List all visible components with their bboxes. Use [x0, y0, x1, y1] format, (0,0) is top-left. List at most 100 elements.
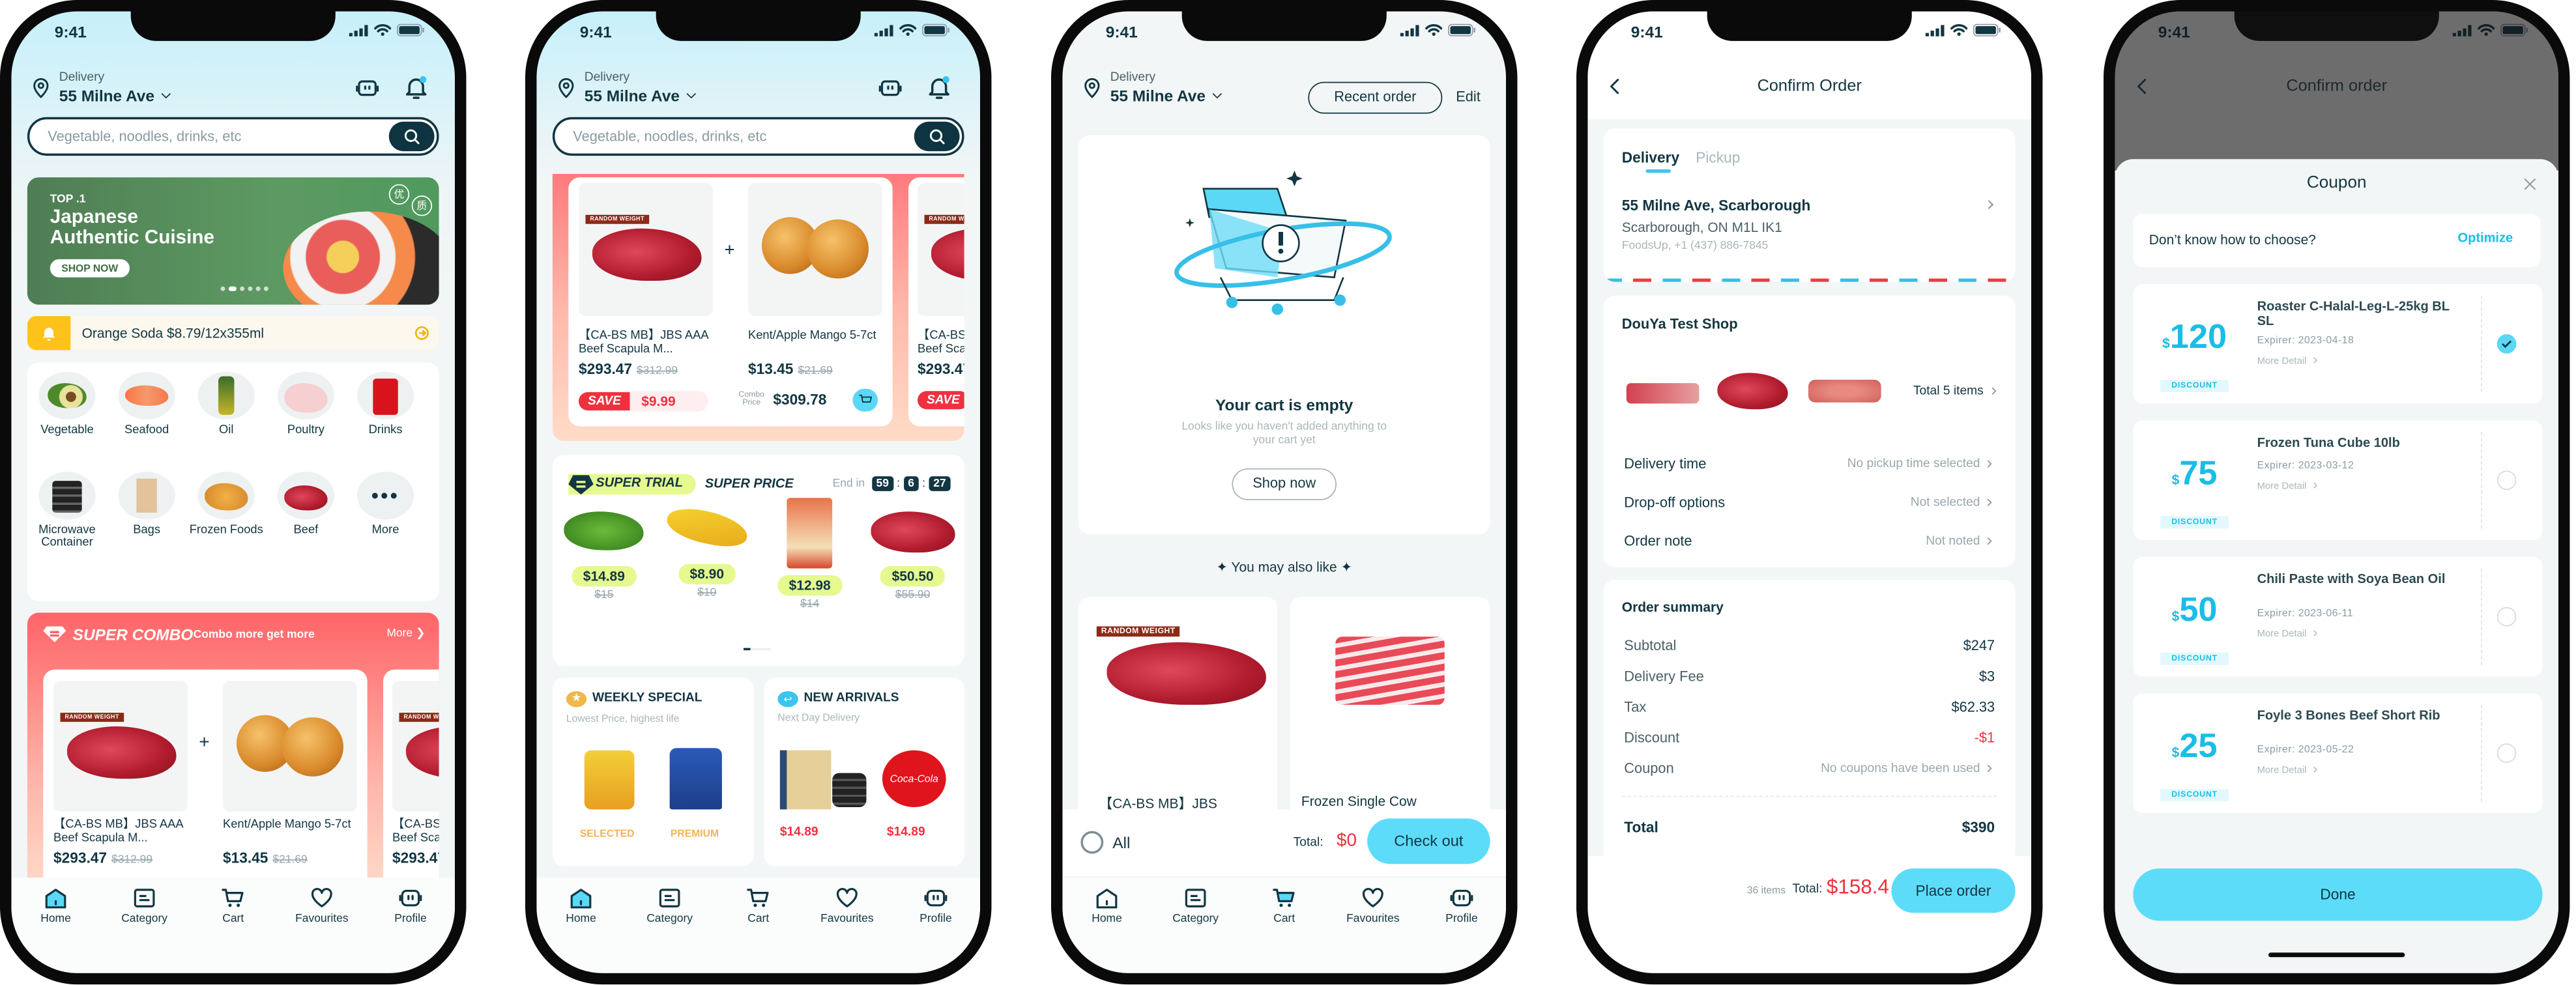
category-more[interactable]: ••• More — [345, 472, 425, 536]
category-oil[interactable]: Oil — [186, 371, 266, 436]
add-to-cart-button[interactable] — [852, 388, 878, 412]
category-poultry[interactable]: Poultry — [266, 371, 345, 436]
nav-label: Profile — [394, 913, 427, 926]
profile-icon — [399, 889, 422, 907]
more-detail-link[interactable]: More Detail — [2257, 627, 2321, 639]
nav-cart[interactable]: Cart — [199, 887, 267, 973]
nav-cart[interactable]: Cart — [1250, 887, 1318, 973]
done-button[interactable]: Done — [2133, 868, 2543, 921]
new-arrivals-card[interactable]: ↩ NEW ARRIVALS Next Day Delivery Coca‑Co… — [764, 678, 964, 866]
product-name: Kent/Apple Mango 5-7ct — [748, 328, 876, 343]
chevron-right-icon — [2314, 766, 2318, 773]
recommendation-card[interactable]: Frozen Single Cow — [1290, 597, 1490, 825]
tab-pickup[interactable]: Pickup — [1696, 149, 1740, 166]
close-icon[interactable] — [2522, 176, 2538, 192]
nav-home[interactable]: Home — [1073, 887, 1141, 973]
home-indicator — [2268, 952, 2405, 958]
edit-button[interactable]: Edit — [1456, 89, 1481, 104]
category-drinks[interactable]: Drinks — [345, 371, 425, 436]
nav-profile[interactable]: Profile — [377, 887, 445, 973]
battery-icon — [1973, 23, 2001, 36]
delivery-time-row[interactable]: Delivery time No pickup time selected — [1624, 456, 1995, 472]
select-all-checkbox[interactable] — [1080, 831, 1104, 854]
weekly-special-card[interactable]: ★ WEEKLY SPECIAL Lowest Price, highest l… — [552, 678, 754, 866]
shop-card: DouYa Test Shop Total 5 items Delivery t… — [1603, 295, 2016, 567]
coupon-row[interactable]: Coupon No coupons have been used — [1624, 760, 1995, 777]
nav-favourites[interactable]: Favourites — [1339, 887, 1407, 973]
address-selector[interactable]: 55 Milne Ave, Scarborough Scarborough, O… — [1622, 197, 1997, 252]
heart-icon — [836, 887, 858, 907]
more-detail-link[interactable]: More Detail — [2257, 764, 2321, 775]
arrow-right-circle-icon[interactable] — [414, 325, 429, 341]
coupon-card[interactable]: $50 DISCOUNT Chili Paste with Soya Bean … — [2133, 557, 2543, 677]
nav-category[interactable]: Category — [635, 887, 704, 973]
search-button[interactable] — [388, 121, 435, 152]
tab-delivery[interactable]: Delivery — [1622, 149, 1679, 166]
coupon-card[interactable]: $120 DISCOUNT Roaster C-Halal-Leg-L-25kg… — [2133, 284, 2543, 404]
notification-bell-icon[interactable] — [403, 74, 430, 101]
trial-item[interactable]: $14.89 $15 — [557, 511, 652, 610]
combo-more-link[interactable]: More ❯ — [386, 627, 425, 640]
category-seafood[interactable]: Seafood — [107, 371, 186, 436]
search-input[interactable]: Vegetable, noodles, drinks, etc — [552, 117, 964, 156]
chicken-image — [284, 383, 328, 413]
checkout-button[interactable]: Check out — [1367, 818, 1490, 864]
more-detail-link[interactable]: More Detail — [2257, 479, 2321, 491]
discount-tag: DISCOUNT — [2160, 652, 2229, 665]
nav-favourites[interactable]: Favourites — [813, 887, 881, 973]
combo-card[interactable]: RANDOM WEIGHT + 【CA-BS MB】JBS AAA Beef S… — [43, 669, 368, 886]
total-items-link[interactable]: Total 5 items — [1913, 384, 1999, 398]
address-selector[interactable]: 55 Milne Ave — [585, 87, 698, 105]
place-order-button[interactable]: Place order — [1891, 868, 2016, 913]
notification-bell-icon[interactable] — [925, 74, 953, 101]
coupon-radio[interactable] — [2496, 334, 2517, 354]
nav-favourites[interactable]: Favourites — [287, 887, 356, 973]
shop-now-button[interactable]: Shop now — [1232, 468, 1337, 500]
discount-tag: DISCOUNT — [2160, 516, 2229, 529]
category-vegetable[interactable]: Vegetable — [27, 371, 107, 436]
category-bags[interactable]: Bags — [107, 472, 186, 536]
weekly-subtitle: Lowest Price, highest life — [566, 713, 680, 724]
trial-item[interactable]: $8.90 $10 — [659, 503, 755, 610]
battery-icon — [922, 23, 949, 36]
address-selector[interactable]: 55 Milne Ave — [59, 87, 173, 105]
recent-order-button[interactable]: Recent order — [1308, 81, 1443, 114]
customer-service-icon[interactable] — [355, 78, 379, 100]
combo-card-next[interactable]: RANDOM WEIGHT 【CA-BS MB】JBS AAA Beef Sca… — [383, 669, 439, 886]
coupon-radio[interactable] — [2496, 607, 2517, 627]
address-selector[interactable]: 55 Milne Ave — [1110, 87, 1224, 105]
product-price: $13.45 $21.69 — [223, 849, 308, 866]
coupon-radio[interactable] — [2496, 470, 2517, 491]
category-beef[interactable]: Beef — [266, 472, 345, 536]
nav-category[interactable]: Category — [110, 887, 179, 973]
nav-home[interactable]: Home — [22, 887, 90, 973]
customer-service-icon[interactable] — [878, 78, 903, 100]
nav-profile[interactable]: Profile — [902, 887, 970, 973]
promo-banner[interactable]: TOP .1 Japanese Authentic Cuisine SHOP NO… — [27, 177, 439, 305]
combo-card[interactable]: RANDOM WEIGHT + 【CA-BS MB】JBS AAA Beef S… — [568, 177, 893, 427]
recommendation-card[interactable]: RANDOM WEIGHT 【CA-BS MB】JBS — [1078, 597, 1278, 825]
drop-off-row[interactable]: Drop-off options Not selected — [1624, 494, 1995, 511]
combo-card-next[interactable]: RANDOM WEIGHT 【CA-BS MB】JBS AAA Beef Sca… — [908, 177, 964, 427]
trial-item[interactable]: $12.98 $14 — [762, 498, 858, 610]
shop-now-button[interactable]: SHOP NOW — [50, 259, 130, 278]
coupon-card[interactable]: $75 DISCOUNT Frozen Tuna Cube 10lb Expir… — [2133, 420, 2543, 540]
category-frozen-foods[interactable]: Frozen Foods — [186, 472, 266, 536]
nav-profile[interactable]: Profile — [1428, 887, 1496, 973]
coupon-radio[interactable] — [2496, 743, 2517, 763]
more-detail-link[interactable]: More Detail — [2257, 354, 2321, 366]
nav-category[interactable]: Category — [1161, 887, 1230, 973]
notice-bar[interactable]: Orange Soda $8.79/12x355ml — [27, 316, 439, 350]
trial-item[interactable]: $50.50 $55.90 — [865, 511, 961, 610]
nav-home[interactable]: Home — [547, 887, 615, 973]
coupon-amount: $120 — [2162, 318, 2227, 356]
notch — [1707, 11, 1912, 41]
banner-eyebrow: TOP .1 — [50, 193, 86, 206]
optimize-button[interactable]: Optimize — [2457, 232, 2513, 246]
nav-cart[interactable]: Cart — [724, 887, 792, 973]
category-microwave-container[interactable]: Microwave Container — [27, 472, 107, 549]
search-input[interactable]: Vegetable, noodles, drinks, etc — [27, 117, 439, 156]
order-note-row[interactable]: Order note Not noted — [1624, 533, 1995, 549]
coupon-card[interactable]: $25 DISCOUNT Foyle 3 Bones Beef Short Ri… — [2133, 693, 2543, 813]
search-button[interactable] — [914, 121, 960, 152]
